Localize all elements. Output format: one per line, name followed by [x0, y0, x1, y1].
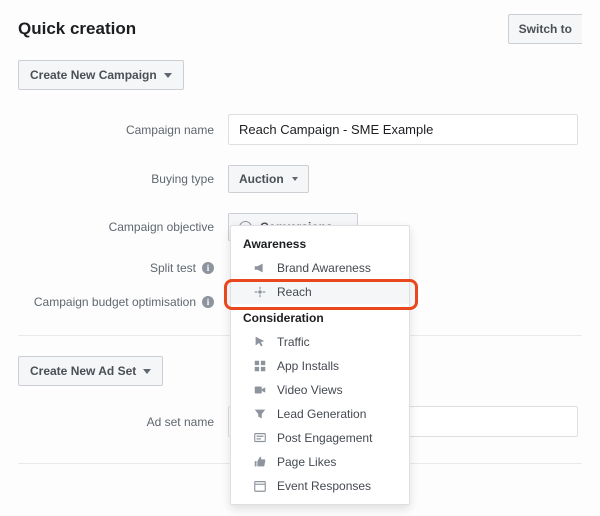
objective-option-label: Page Likes — [277, 455, 336, 469]
funnel-icon — [253, 407, 267, 421]
campaign-objective-label: Campaign objective — [18, 220, 228, 234]
campaign-budget-optimisation-label: Campaign budget optimisation — [34, 295, 196, 309]
objective-option-lead-generation[interactable]: Lead Generation — [231, 402, 409, 426]
campaign-name-input[interactable] — [228, 114, 578, 145]
caret-down-icon — [292, 177, 298, 181]
page-title: Quick creation — [18, 19, 136, 39]
ad-set-name-label: Ad set name — [18, 415, 228, 429]
split-test-label: Split test — [150, 261, 196, 275]
objective-option-label: Lead Generation — [277, 407, 366, 421]
info-icon[interactable]: i — [202, 262, 214, 274]
objective-option-video-views[interactable]: Video Views — [231, 378, 409, 402]
create-new-campaign-label: Create New Campaign — [30, 68, 157, 82]
objective-option-app-installs[interactable]: App Installs — [231, 354, 409, 378]
calendar-icon — [253, 479, 267, 493]
cursor-icon — [253, 335, 267, 349]
objective-option-reach[interactable]: Reach — [231, 280, 409, 304]
campaign-name-label: Campaign name — [18, 123, 228, 137]
caret-down-icon — [143, 369, 151, 374]
create-new-campaign-button[interactable]: Create New Campaign — [18, 60, 184, 90]
objective-option-label: Traffic — [277, 335, 310, 349]
switch-to-button[interactable]: Switch to — [508, 14, 582, 44]
buying-type-value: Auction — [239, 172, 284, 186]
objective-option-label: Event Responses — [277, 479, 371, 493]
like-icon — [253, 455, 267, 469]
dropdown-group-heading: Consideration — [231, 304, 409, 330]
post-icon — [253, 431, 267, 445]
info-icon[interactable]: i — [202, 296, 214, 308]
objective-option-post-engagement[interactable]: Post Engagement — [231, 426, 409, 450]
objective-option-label: Post Engagement — [277, 431, 372, 445]
dropdown-group-heading: Awareness — [231, 230, 409, 256]
objective-option-label: App Installs — [277, 359, 339, 373]
create-new-ad-set-button[interactable]: Create New Ad Set — [18, 356, 163, 386]
megaphone-icon — [253, 261, 267, 275]
create-new-ad-set-label: Create New Ad Set — [30, 364, 136, 378]
objective-option-label: Reach — [277, 285, 312, 299]
objective-option-label: Video Views — [277, 383, 343, 397]
objective-option-brand-awareness[interactable]: Brand Awareness — [231, 256, 409, 280]
objective-option-traffic[interactable]: Traffic — [231, 330, 409, 354]
video-icon — [253, 383, 267, 397]
objective-option-event-responses[interactable]: Event Responses — [231, 474, 409, 498]
buying-type-label: Buying type — [18, 172, 228, 186]
apps-icon — [253, 359, 267, 373]
objective-option-page-likes[interactable]: Page Likes — [231, 450, 409, 474]
objective-option-label: Brand Awareness — [277, 261, 371, 275]
reach-icon — [253, 285, 267, 299]
caret-down-icon — [164, 73, 172, 78]
buying-type-select[interactable]: Auction — [228, 165, 309, 193]
campaign-objective-dropdown[interactable]: Awareness Brand Awareness Reach Considerati… — [230, 225, 410, 505]
